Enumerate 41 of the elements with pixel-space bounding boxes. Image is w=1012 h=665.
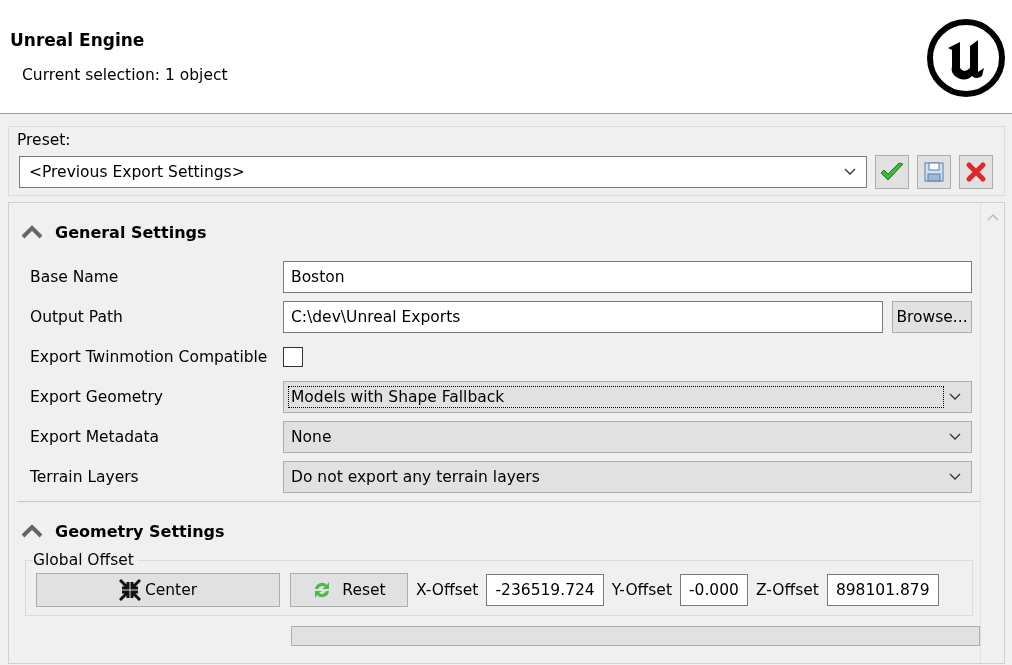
arrows-inward-icon [118, 579, 141, 601]
center-button[interactable]: Center [36, 573, 280, 607]
field-label: Export Twinmotion Compatible [30, 348, 269, 366]
field-label: Output Path [30, 308, 124, 326]
checkmark-icon [879, 161, 905, 183]
chevron-down-icon [844, 168, 856, 176]
text-field[interactable]: Boston [283, 261, 972, 293]
dialog-title: Unreal Engine [10, 30, 146, 50]
section-title: Geometry Settings [55, 521, 225, 541]
field-label: Base Name [30, 268, 120, 286]
offset-field[interactable]: -236519.724 [486, 574, 604, 606]
reset-button[interactable]: Reset [290, 573, 408, 607]
delete-button[interactable] [959, 155, 993, 189]
chevron-down-icon [949, 393, 961, 401]
selection-label: Current selection: 1 object [22, 66, 228, 84]
save-button[interactable] [917, 155, 951, 189]
collapse-icon[interactable] [21, 524, 43, 538]
save-icon [923, 161, 945, 183]
logo-icon [926, 18, 1006, 98]
field-label: Terrain Layers [30, 468, 140, 486]
section-title: General Settings [55, 222, 207, 242]
offset-label: Y-Offset [611, 581, 672, 599]
apply-button[interactable] [875, 155, 909, 189]
field-label: Export Geometry [30, 388, 164, 406]
preset-label: Preset: [17, 131, 72, 149]
offset-field[interactable]: -0.000 [679, 574, 748, 606]
checkbox[interactable] [283, 347, 303, 367]
path-field[interactable]: C:\dev\Unreal Exports [283, 301, 883, 333]
chevron-down-icon [949, 473, 961, 481]
dropdown[interactable]: None [283, 421, 972, 453]
offset-label: X-Offset [416, 581, 479, 599]
browse-button[interactable]: Browse... [892, 301, 972, 333]
dropdown[interactable]: Do not export any terrain layers [283, 461, 972, 493]
field-label: Export Metadata [30, 428, 161, 446]
offset-label: Z-Offset [755, 581, 819, 599]
close-icon [965, 161, 987, 183]
collapse-icon[interactable] [21, 225, 43, 239]
dropdown[interactable]: Models with Shape Fallback [283, 381, 972, 413]
preset-dropdown[interactable]: <Previous Export Settings> [19, 156, 867, 188]
chevron-down-icon [949, 433, 961, 441]
offset-field[interactable]: 898101.879 [826, 574, 939, 606]
